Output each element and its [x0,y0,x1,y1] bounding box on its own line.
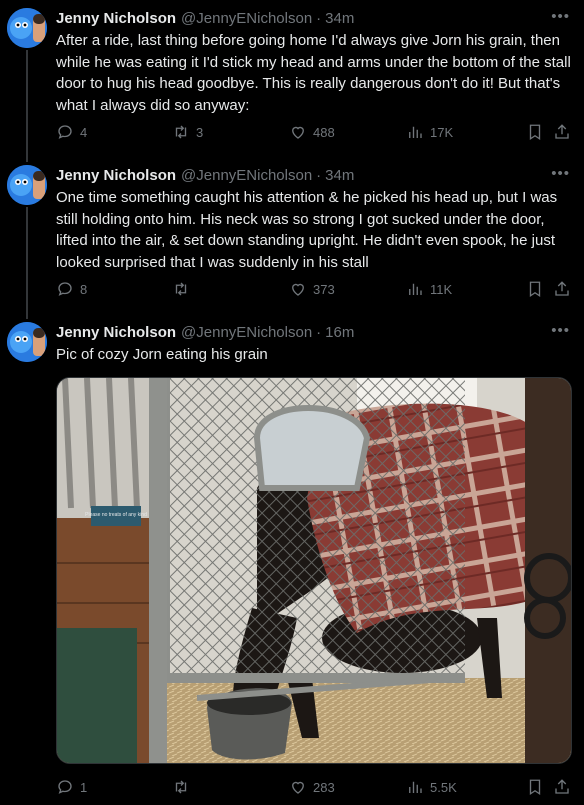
timestamp[interactable]: 34m [325,167,354,184]
tweet-text: After a ride, last thing before going ho… [56,32,575,114]
avatar[interactable] [7,322,47,362]
reply-count: 8 [80,281,88,297]
bookmark-button[interactable] [526,123,544,141]
reply-icon [58,780,72,794]
separator-dot: · [316,9,322,27]
avatar[interactable] [7,8,47,48]
repost-button[interactable] [172,778,196,796]
action-bar: 8 373 11K [56,280,571,300]
like-icon [292,126,304,139]
more-icon[interactable]: ••• [551,8,570,25]
share-icon [555,779,569,794]
author-handle[interactable]: @JennyENicholson [181,167,312,184]
timestamp[interactable]: 16m [325,324,354,341]
tweet-text: One time something caught his attention … [56,189,562,271]
like-button[interactable]: 373 [289,280,335,298]
share-button[interactable] [553,280,571,298]
reply-icon [58,282,72,296]
like-count: 488 [313,124,335,140]
separator-dot: · [316,323,322,341]
reply-icon [58,125,72,139]
repost-count: 3 [196,124,204,140]
author-handle[interactable]: @JennyENicholson [181,324,312,341]
reply-count: 4 [80,124,88,140]
repost-button[interactable] [172,280,196,298]
more-icon[interactable]: ••• [551,322,570,339]
repost-icon [175,282,187,296]
reply-button[interactable]: 1 [56,778,87,796]
bookmark-icon [529,124,541,141]
views-icon [409,781,422,793]
action-bar: 4 3 488 17K [56,123,571,143]
more-icon[interactable]: ••• [551,165,570,182]
timestamp[interactable]: 34m [325,10,354,27]
views-count: 17K [430,124,454,140]
reply-button[interactable]: 8 [56,280,87,298]
share-button[interactable] [553,778,571,796]
repost-icon [175,780,187,794]
like-button[interactable]: 488 [289,123,335,141]
like-icon [292,283,304,296]
like-icon [292,781,304,794]
views-icon [409,283,422,295]
tweet[interactable]: Jenny Nicholson @JennyENicholson · 34m •… [0,165,584,315]
author-name[interactable]: Jenny Nicholson [56,10,176,27]
author-name[interactable]: Jenny Nicholson [56,167,176,184]
share-icon [555,124,569,139]
views-button[interactable]: 11K [406,280,452,298]
like-button[interactable]: 283 [289,778,335,796]
views-count: 5.5K [430,779,457,795]
views-button[interactable]: 17K [406,123,453,141]
views-button[interactable]: 5.5K [406,778,457,796]
stall-sign: Please no treats of any kind [85,512,147,518]
tweet[interactable]: Jenny Nicholson @JennyENicholson · 34m •… [0,8,584,158]
tweet-photo[interactable]: Please no treats of any kind [56,377,572,764]
like-count: 283 [313,779,335,795]
share-button[interactable] [553,123,571,141]
views-icon [409,126,422,138]
author-name[interactable]: Jenny Nicholson [56,324,176,341]
repost-button[interactable]: 3 [172,123,203,141]
reply-count: 1 [80,779,88,795]
bookmark-icon [529,281,541,298]
views-count: 11K [430,281,453,297]
tweet-text: Pic of cozy Jorn eating his grain [56,346,268,363]
reply-button[interactable]: 4 [56,123,87,141]
share-icon [555,281,569,296]
bookmark-button[interactable] [526,778,544,796]
bookmark-icon [529,779,541,796]
separator-dot: · [316,166,322,184]
action-bar: 1 283 5.5K [56,778,571,798]
bookmark-button[interactable] [526,280,544,298]
repost-icon [175,125,187,139]
avatar[interactable] [7,165,47,205]
like-count: 373 [313,281,335,297]
author-handle[interactable]: @JennyENicholson [181,10,312,27]
